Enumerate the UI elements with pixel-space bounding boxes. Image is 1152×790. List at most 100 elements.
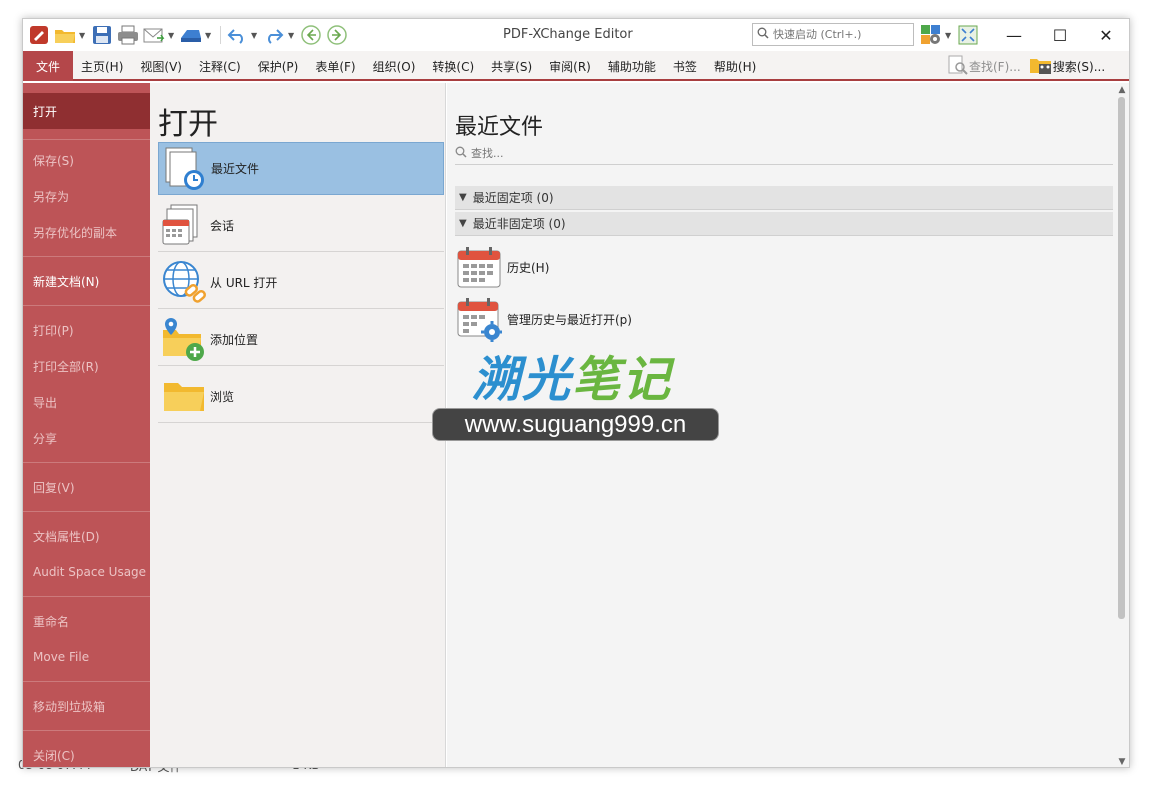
search-label: 搜索(S)... bbox=[1052, 59, 1106, 74]
pinned-group-label: 最近固定项 (0) bbox=[472, 191, 554, 205]
open-folder-icon[interactable] bbox=[53, 24, 77, 46]
scroll-up-icon[interactable]: ▲ bbox=[1115, 83, 1129, 97]
recent-search-input[interactable] bbox=[471, 147, 1071, 160]
save-icon[interactable] bbox=[90, 24, 114, 46]
nav-forward-icon[interactable] bbox=[325, 24, 349, 46]
scan-dropdown-icon[interactable]: ▼ bbox=[205, 31, 213, 40]
search-icon bbox=[757, 27, 769, 42]
manage-history-item[interactable]: 管理历史与最近打开(p) bbox=[455, 295, 632, 343]
window-title: PDF-XChange Editor bbox=[503, 27, 633, 42]
open-option-browse[interactable]: 浏览 bbox=[158, 370, 444, 423]
quick-access-toolbar: ▼ ▼ ▼ ▼ ▼ bbox=[27, 23, 351, 47]
recent-heading: 最近文件 bbox=[455, 115, 544, 140]
chevron-down-icon: ▼ bbox=[459, 218, 467, 229]
open-option-session-label: 会话 bbox=[210, 218, 235, 233]
watermark-url: www.suguang999.cn bbox=[432, 408, 719, 441]
watermark-logo-part-a: 溯光 bbox=[472, 352, 573, 408]
nav-new-document[interactable]: 新建文档(N) bbox=[23, 263, 150, 299]
find-label: 查找(F)... bbox=[969, 59, 1021, 74]
nav-share[interactable]: 分享 bbox=[23, 420, 150, 456]
email-icon[interactable] bbox=[142, 24, 166, 46]
nav-divider bbox=[23, 511, 150, 512]
print-icon[interactable] bbox=[116, 24, 140, 46]
chevron-down-icon: ▼ bbox=[459, 192, 467, 203]
nav-open[interactable]: 打开 bbox=[23, 93, 150, 129]
email-dropdown-icon[interactable]: ▼ bbox=[168, 31, 176, 40]
menu-convert[interactable]: 转换(C) bbox=[432, 58, 474, 75]
nav-back-icon[interactable] bbox=[299, 24, 323, 46]
nav-move-file[interactable]: Move File bbox=[23, 639, 150, 675]
unpinned-group-header[interactable]: ▼ 最近非固定项 (0) bbox=[455, 212, 1113, 236]
open-option-url[interactable]: 从 URL 打开 bbox=[158, 256, 444, 309]
nav-save[interactable]: 保存(S) bbox=[23, 142, 150, 178]
open-option-add-place[interactable]: 添加位置 bbox=[158, 313, 444, 366]
menu-file[interactable]: 文件 bbox=[23, 51, 73, 81]
recent-search-box[interactable] bbox=[455, 143, 1113, 165]
menu-bookmarks[interactable]: 书签 bbox=[673, 58, 697, 75]
fullscreen-icon[interactable] bbox=[956, 24, 980, 46]
menu-review[interactable]: 审阅(R) bbox=[549, 58, 591, 75]
pinned-group-header[interactable]: ▼ 最近固定项 (0) bbox=[455, 186, 1113, 210]
menu-home[interactable]: 主页(H) bbox=[81, 58, 123, 75]
scan-icon[interactable] bbox=[179, 24, 203, 46]
quick-launch-box[interactable] bbox=[752, 23, 914, 46]
open-heading: 打开 bbox=[158, 107, 218, 142]
session-icon bbox=[160, 201, 208, 249]
menu-protect[interactable]: 保护(P) bbox=[258, 58, 299, 75]
nav-rename[interactable]: 重命名 bbox=[23, 603, 150, 639]
nav-properties[interactable]: 文档属性(D) bbox=[23, 518, 150, 554]
open-option-add-place-label: 添加位置 bbox=[210, 332, 259, 347]
nav-divider bbox=[23, 305, 150, 306]
scroll-thumb[interactable] bbox=[1118, 97, 1125, 619]
find-button[interactable]: 查找(F)... bbox=[947, 55, 1021, 78]
scroll-down-icon[interactable]: ▼ bbox=[1115, 755, 1129, 767]
nav-close[interactable]: 关闭(C) bbox=[23, 737, 150, 767]
close-button[interactable]: ✕ bbox=[1083, 19, 1129, 51]
nav-revert[interactable]: 回复(V) bbox=[23, 469, 150, 505]
menu-view[interactable]: 视图(V) bbox=[140, 58, 182, 75]
vertical-scrollbar[interactable]: ▲ ▼ bbox=[1115, 83, 1129, 767]
minimize-button[interactable]: — bbox=[991, 19, 1037, 51]
menu-organize[interactable]: 组织(O) bbox=[373, 58, 416, 75]
menu-accessibility[interactable]: 辅助功能 bbox=[608, 58, 656, 75]
menu-right: 查找(F)... 搜索(S)... bbox=[947, 54, 1113, 78]
nav-export[interactable]: 导出 bbox=[23, 384, 150, 420]
nav-move-to-trash[interactable]: 移动到垃圾箱 bbox=[23, 688, 150, 724]
app-logo-icon[interactable] bbox=[27, 24, 51, 46]
ui-options-icon[interactable] bbox=[919, 24, 943, 46]
redo-icon[interactable] bbox=[262, 24, 286, 46]
history-item[interactable]: 历史(H) bbox=[455, 243, 549, 291]
open-dropdown-icon[interactable]: ▼ bbox=[79, 31, 87, 40]
backstage-nav: 打开 保存(S) 另存为 另存优化的副本 新建文档(N) 打印(P) 打印全部(… bbox=[23, 83, 150, 767]
nav-audit-space[interactable]: Audit Space Usage bbox=[23, 554, 150, 590]
search-button[interactable]: 搜索(S)... bbox=[1029, 55, 1105, 78]
undo-icon[interactable] bbox=[225, 24, 249, 46]
nav-save-optimized[interactable]: 另存优化的副本 bbox=[23, 214, 150, 250]
nav-divider bbox=[23, 596, 150, 597]
menu-form[interactable]: 表单(F) bbox=[315, 58, 355, 75]
add-place-icon bbox=[160, 315, 208, 363]
nav-divider bbox=[23, 462, 150, 463]
open-option-recent-label: 最近文件 bbox=[211, 162, 260, 176]
maximize-button[interactable]: ☐ bbox=[1037, 19, 1083, 51]
menu-bar: 文件 主页(H) 视图(V) 注释(C) 保护(P) 表单(F) 组织(O) 转… bbox=[23, 51, 1129, 81]
menu-help[interactable]: 帮助(H) bbox=[714, 58, 756, 75]
ui-options-dropdown-icon[interactable]: ▼ bbox=[945, 31, 953, 40]
nav-save-as[interactable]: 另存为 bbox=[23, 178, 150, 214]
globe-link-icon bbox=[160, 258, 208, 306]
redo-dropdown-icon[interactable]: ▼ bbox=[288, 31, 296, 40]
nav-divider bbox=[23, 139, 150, 140]
open-option-session[interactable]: 会话 bbox=[158, 199, 444, 252]
search-icon bbox=[455, 146, 467, 161]
nav-divider bbox=[23, 681, 150, 682]
ui-options: ▼ bbox=[919, 23, 982, 47]
nav-print-all[interactable]: 打印全部(R) bbox=[23, 348, 150, 384]
undo-dropdown-icon[interactable]: ▼ bbox=[251, 31, 259, 40]
nav-print[interactable]: 打印(P) bbox=[23, 312, 150, 348]
menu-share[interactable]: 共享(S) bbox=[491, 58, 532, 75]
open-option-recent[interactable]: 最近文件 bbox=[158, 142, 444, 195]
history-label: 历史(H) bbox=[507, 260, 550, 275]
quick-launch-input[interactable] bbox=[773, 28, 909, 41]
menu-comment[interactable]: 注释(C) bbox=[199, 58, 241, 75]
browse-folder-icon bbox=[160, 372, 208, 420]
